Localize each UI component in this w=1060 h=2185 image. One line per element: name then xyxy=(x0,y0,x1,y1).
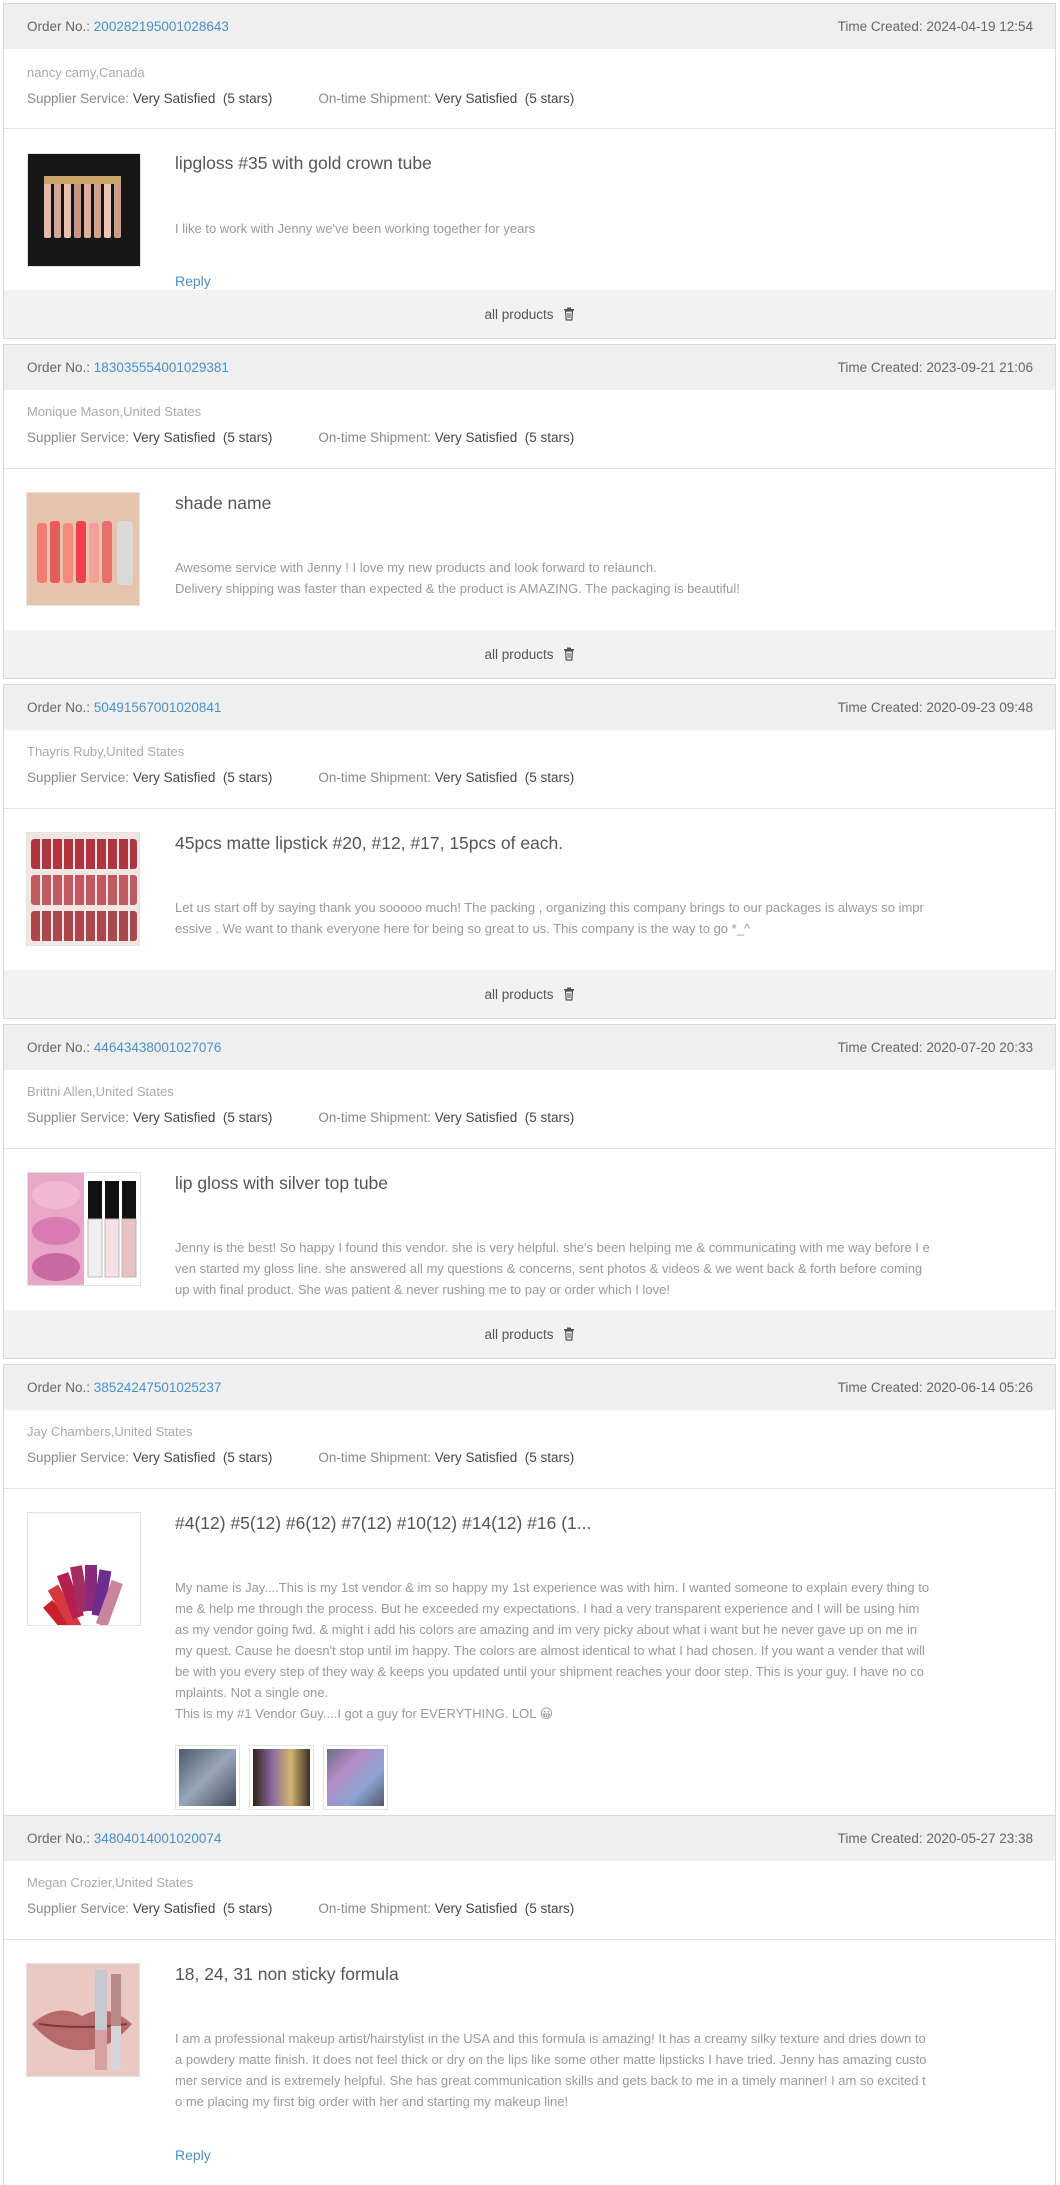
review-text: Awesome service with Jenny ! I love my n… xyxy=(175,560,740,596)
divider xyxy=(4,128,1055,129)
lipstick-swatch-image[interactable] xyxy=(26,492,140,606)
order-number-link[interactable]: 38524247501025237 xyxy=(94,1380,222,1395)
review-text: I like to work with Jenny we've been wor… xyxy=(175,221,536,236)
buyer-name: Monique Mason,United States xyxy=(27,404,202,419)
review-card: Order No.: 50491567001020841 Time Create… xyxy=(3,684,1056,1019)
card-footer: all products xyxy=(4,290,1055,338)
review-card: Order No.: 183035554001029381 Time Creat… xyxy=(3,344,1056,679)
review-text: Jenny is the best! So happy I found this… xyxy=(175,1240,930,1297)
divider xyxy=(4,808,1055,809)
lip-gloss-fan-image[interactable] xyxy=(27,1512,141,1626)
all-products-link[interactable]: all products xyxy=(484,307,553,322)
trash-icon[interactable] xyxy=(563,987,575,1001)
trash-icon[interactable] xyxy=(563,647,575,661)
ratings: Supplier Service: Very Satisfied (5 star… xyxy=(27,1901,575,1916)
review-photo[interactable] xyxy=(175,1745,240,1810)
order-number: Order No.: 50491567001020841 xyxy=(27,700,222,715)
all-products-link[interactable]: all products xyxy=(484,647,553,662)
order-number: Order No.: 183035554001029381 xyxy=(27,360,229,375)
product-title[interactable]: 18, 24, 31 non sticky formula xyxy=(175,1964,399,1985)
ratings: Supplier Service: Very Satisfied (5 star… xyxy=(27,91,575,106)
time-created: Time Created: 2024-04-19 12:54 xyxy=(837,19,1033,34)
reply-link[interactable]: Reply xyxy=(175,273,211,289)
order-number: Order No.: 44643438001027076 xyxy=(27,1040,222,1055)
buyer-name: Megan Crozier,United States xyxy=(27,1875,194,1890)
all-products-link[interactable]: all products xyxy=(484,987,553,1002)
order-number-link[interactable]: 183035554001029381 xyxy=(94,360,229,375)
product-title[interactable]: 45pcs matte lipstick #20, #12, #17, 15pc… xyxy=(175,833,563,854)
product-title[interactable]: lip gloss with silver top tube xyxy=(175,1173,388,1194)
order-number: Order No.: 34804014001020074 xyxy=(27,1831,222,1846)
card-header: Order No.: 183035554001029381 Time Creat… xyxy=(4,345,1055,390)
review-card: Order No.: 34804014001020074 Time Create… xyxy=(3,1815,1056,2185)
trash-icon[interactable] xyxy=(563,307,575,321)
lipgloss-row-image[interactable] xyxy=(27,153,141,267)
review-text: My name is Jay....This is my 1st vendor … xyxy=(175,1580,930,1721)
divider xyxy=(4,1939,1055,1940)
card-header: Order No.: 44643438001027076 Time Create… xyxy=(4,1025,1055,1070)
order-number-link[interactable]: 200282195001028643 xyxy=(94,19,229,34)
matte-lipstick-grid-image[interactable] xyxy=(26,832,140,946)
time-created: Time Created: 2020-05-27 23:38 xyxy=(837,1831,1033,1846)
review-text: Let us start off by saying thank you soo… xyxy=(175,900,924,936)
trash-icon[interactable] xyxy=(563,1327,575,1341)
card-header: Order No.: 38524247501025237 Time Create… xyxy=(4,1365,1055,1410)
card-header: Order No.: 50491567001020841 Time Create… xyxy=(4,685,1055,730)
review-photo[interactable] xyxy=(323,1745,388,1810)
divider xyxy=(4,1488,1055,1489)
time-created: Time Created: 2020-06-14 05:26 xyxy=(837,1380,1033,1395)
lips-and-lipstick-image[interactable] xyxy=(26,1963,140,2077)
review-text: I am a professional makeup artist/hairst… xyxy=(175,2031,927,2109)
ratings: Supplier Service: Very Satisfied (5 star… xyxy=(27,1110,575,1125)
buyer-name: nancy camy,Canada xyxy=(27,65,145,80)
ratings: Supplier Service: Very Satisfied (5 star… xyxy=(27,430,575,445)
review-card: Order No.: 38524247501025237 Time Create… xyxy=(3,1364,1056,1816)
review-card: Order No.: 44643438001027076 Time Create… xyxy=(3,1024,1056,1359)
review-card: Order No.: 200282195001028643 Time Creat… xyxy=(3,3,1056,339)
order-number: Order No.: 38524247501025237 xyxy=(27,1380,222,1395)
product-title[interactable]: lipgloss #35 with gold crown tube xyxy=(175,153,432,174)
card-header: Order No.: 200282195001028643 Time Creat… xyxy=(4,4,1055,49)
lip-gloss-tubes-image[interactable] xyxy=(27,1172,141,1286)
order-number-link[interactable]: 50491567001020841 xyxy=(94,700,222,715)
order-number-link[interactable]: 34804014001020074 xyxy=(94,1831,222,1846)
buyer-name: Jay Chambers,United States xyxy=(27,1424,193,1439)
card-header: Order No.: 34804014001020074 Time Create… xyxy=(4,1816,1055,1861)
card-footer: all products xyxy=(4,970,1055,1018)
all-products-link[interactable]: all products xyxy=(484,1327,553,1342)
order-number-link[interactable]: 44643438001027076 xyxy=(94,1040,222,1055)
card-footer: all products xyxy=(4,1310,1055,1358)
buyer-name: Brittni Allen,United States xyxy=(27,1084,174,1099)
time-created: Time Created: 2020-07-20 20:33 xyxy=(837,1040,1033,1055)
ratings: Supplier Service: Very Satisfied (5 star… xyxy=(27,770,575,785)
order-number: Order No.: 200282195001028643 xyxy=(27,19,229,34)
reply-link[interactable]: Reply xyxy=(175,2147,211,2163)
buyer-name: Thayris Ruby,United States xyxy=(27,744,185,759)
divider xyxy=(4,468,1055,469)
time-created: Time Created: 2023-09-21 21:06 xyxy=(837,360,1033,375)
review-photo[interactable] xyxy=(249,1745,314,1810)
card-footer: all products xyxy=(4,630,1055,678)
divider xyxy=(4,1148,1055,1149)
product-title[interactable]: shade name xyxy=(175,493,271,514)
time-created: Time Created: 2020-09-23 09:48 xyxy=(837,700,1033,715)
product-title[interactable]: #4(12) #5(12) #6(12) #7(12) #10(12) #14(… xyxy=(175,1513,591,1534)
ratings: Supplier Service: Very Satisfied (5 star… xyxy=(27,1450,575,1465)
